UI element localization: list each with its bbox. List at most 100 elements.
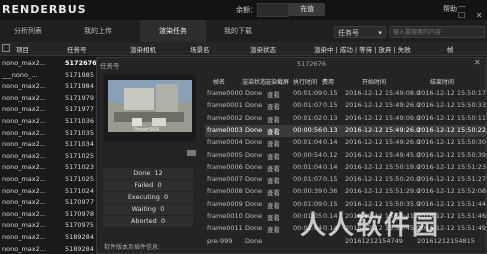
select-all-checkbox[interactable] [2,44,12,52]
col-project[interactable]: 项目 [16,44,29,54]
stat-done-label: Done [133,169,151,177]
frame-cell-start: 2016-12-12 15:49:26.0 [345,138,421,147]
task-row-name[interactable]: nono_max2... [2,117,46,125]
col-cost: 费用 [322,79,335,86]
stat-aborted-value: 0 [160,217,166,225]
col-task-id[interactable]: 任务号 [67,44,87,54]
task-row-id[interactable]: 5189284 [65,233,94,241]
stat-executing-value: 0 [164,193,169,201]
render-preview-image[interactable]: PowerSKA [104,74,196,142]
preview-caption: PowerSKA [134,127,159,133]
frame-cell-preview[interactable]: 查看 [267,138,280,148]
frame-cell-preview[interactable]: 查看 [267,101,280,111]
frame-cell-frame: frame0009 [207,199,243,208]
col-exec-time: 执行时间 [293,79,318,86]
task-row-name[interactable]: ___nono_... [2,71,37,79]
task-row-name[interactable]: nono_max2... [2,152,46,160]
task-row-id[interactable]: 5170977 [65,198,94,206]
folder-icon[interactable] [187,150,196,156]
frame-cell-frame: frame0005 [207,150,243,159]
task-row-id[interactable]: 5172676 [65,59,97,67]
stat-failed-label: Failed [134,181,154,189]
task-row-name[interactable]: nono_max2... [2,129,46,137]
frame-cell-preview[interactable]: 查看 [267,200,280,210]
frame-cell-preview[interactable]: 查看 [267,151,280,161]
task-row-id[interactable]: 5171035 [65,129,94,137]
task-row-name[interactable]: nono_max2... [2,198,46,206]
task-row-name[interactable]: nono_max2... [2,82,46,90]
frame-cell-preview[interactable]: 查看 [267,212,280,222]
tab-my-downloads[interactable]: 我的下载 [206,20,270,42]
task-row-name[interactable]: nono_max2... [2,105,46,113]
col-frame[interactable]: 帧 [447,44,454,54]
task-row-id[interactable]: 5171025 [65,152,94,160]
task-row-id[interactable]: 5170978 [65,210,94,218]
task-row-name[interactable]: nono_max2... [2,221,46,229]
balance-dropdown[interactable] [257,3,289,17]
task-row-id[interactable]: 5171036 [65,117,94,125]
frame-cell-preview[interactable]: 查看 [267,114,280,124]
task-row-id[interactable]: 5171023 [65,163,94,171]
col-status[interactable]: 渲染状态 [250,44,276,54]
task-row-id[interactable]: 5171985 [65,71,94,79]
frame-cell-status: Done [245,150,263,159]
task-row-id[interactable]: 5171034 [65,140,94,148]
col-scene[interactable]: 场景名 [190,44,210,54]
task-row-id[interactable]: 5171977 [65,105,94,113]
frame-cell-end: 2016-12-12 15:50:33.0 [417,101,487,110]
frame-cell-preview[interactable]: 查看 [267,126,280,136]
task-row-id[interactable]: 5171984 [65,82,94,90]
task-row-name[interactable]: nono_max2... [2,140,46,148]
search-input[interactable]: 输入要搜索的内容 [389,26,485,38]
task-row-name[interactable]: nono_max2... [2,245,46,253]
frame-row[interactable]: frame0003 Done 查看 00:00:56 0.13 2016-12-12 15… [205,124,487,137]
frame-cell-preview[interactable]: 查看 [267,89,280,99]
help-link[interactable]: 帮助 [443,4,457,14]
frame-cell-preview[interactable]: 查看 [267,187,280,197]
software-info-label: 软件版本及插件信息: [104,244,161,251]
task-row-id[interactable]: 5171979 [65,94,94,102]
frame-cell-frame: pre-999 [207,236,233,245]
col-camera[interactable]: 渲染相机 [130,44,156,54]
col-render-preview: 渲染截屏 [265,79,290,86]
task-row-id[interactable]: 5171025 [65,175,94,183]
frame-row[interactable]: frame0008 Done 查看 00:00:39 0.36 2016-12-12 15… [205,186,487,198]
frame-cell-preview[interactable]: 查看 [267,224,280,234]
task-row-id[interactable]: 5171024 [65,187,94,195]
recharge-button[interactable]: 充值 [289,3,325,16]
col-render-status: 渲染状态 [242,79,267,86]
task-row-name[interactable]: nono_max2... [2,175,46,183]
frame-row[interactable]: frame0000 Done 查看 00:01:09 0.15 2016-12-12 15… [205,88,487,100]
frame-cell-cost: 0.36 [323,187,338,196]
frame-cell-cost: 0.15 [323,101,338,110]
task-row-name[interactable]: nono_max2... [2,210,46,218]
close-icon[interactable]: ✕ [474,58,481,67]
frame-row[interactable]: frame0005 Done 查看 00:00:54 0.12 2016-12-12 15… [205,150,487,162]
task-row-name[interactable]: nono_max2... [2,163,46,171]
frame-row[interactable]: frame0007 Done 查看 00:01:07 0.15 2016-12-12 15… [205,174,487,186]
frame-cell-cost: 0.13 [323,125,338,134]
window-controls[interactable]: — ☐ ✕ [458,2,487,20]
stat-waiting-value: 0 [160,205,165,213]
frame-cell-start: 2016-12-12 15:51:29.0 [345,187,421,196]
task-row-name[interactable]: nono_max2... [2,233,46,241]
frame-row[interactable]: frame0006 Done 查看 00:01:04 0.14 2016-12-12 15… [205,162,487,174]
frame-cell-preview[interactable]: 查看 [267,175,280,185]
status-filters[interactable]: 渲染中 | 成功 | 等待 | 放弃 | 失败 [314,44,411,54]
frame-row[interactable]: frame0001 Done 查看 00:01:07 0.15 2016-12-12 15… [205,100,487,112]
tab-my-uploads[interactable]: 我的上传 [56,20,140,42]
task-row-id[interactable]: 5189284 [65,245,94,253]
task-filter-dropdown[interactable]: 任务号 ▾ [334,26,386,38]
task-row-name[interactable]: nono_max2... [2,94,46,102]
frame-cell-cost: 0.14 [323,162,338,171]
tab-analysis-list[interactable]: 分析列表 [0,20,56,42]
frame-cell-preview[interactable]: 查看 [267,163,280,173]
frame-cell-start: 2016-12-12 15:50:20.0 [345,175,421,184]
frame-row[interactable]: frame0004 Done 查看 00:01:04 0.14 2016-12-12 15… [205,137,487,149]
frame-cell-frame: frame0011 [207,224,243,233]
task-row-name[interactable]: nono_max2... [2,187,46,195]
tab-render-tasks[interactable]: 渲染任务 [140,20,206,42]
frame-row[interactable]: frame0002 Done 查看 00:01:02 0.13 2016-12-12 15… [205,113,487,125]
task-row-id[interactable]: 5170975 [65,221,94,229]
task-row-name[interactable]: nono_max2... [2,59,46,67]
